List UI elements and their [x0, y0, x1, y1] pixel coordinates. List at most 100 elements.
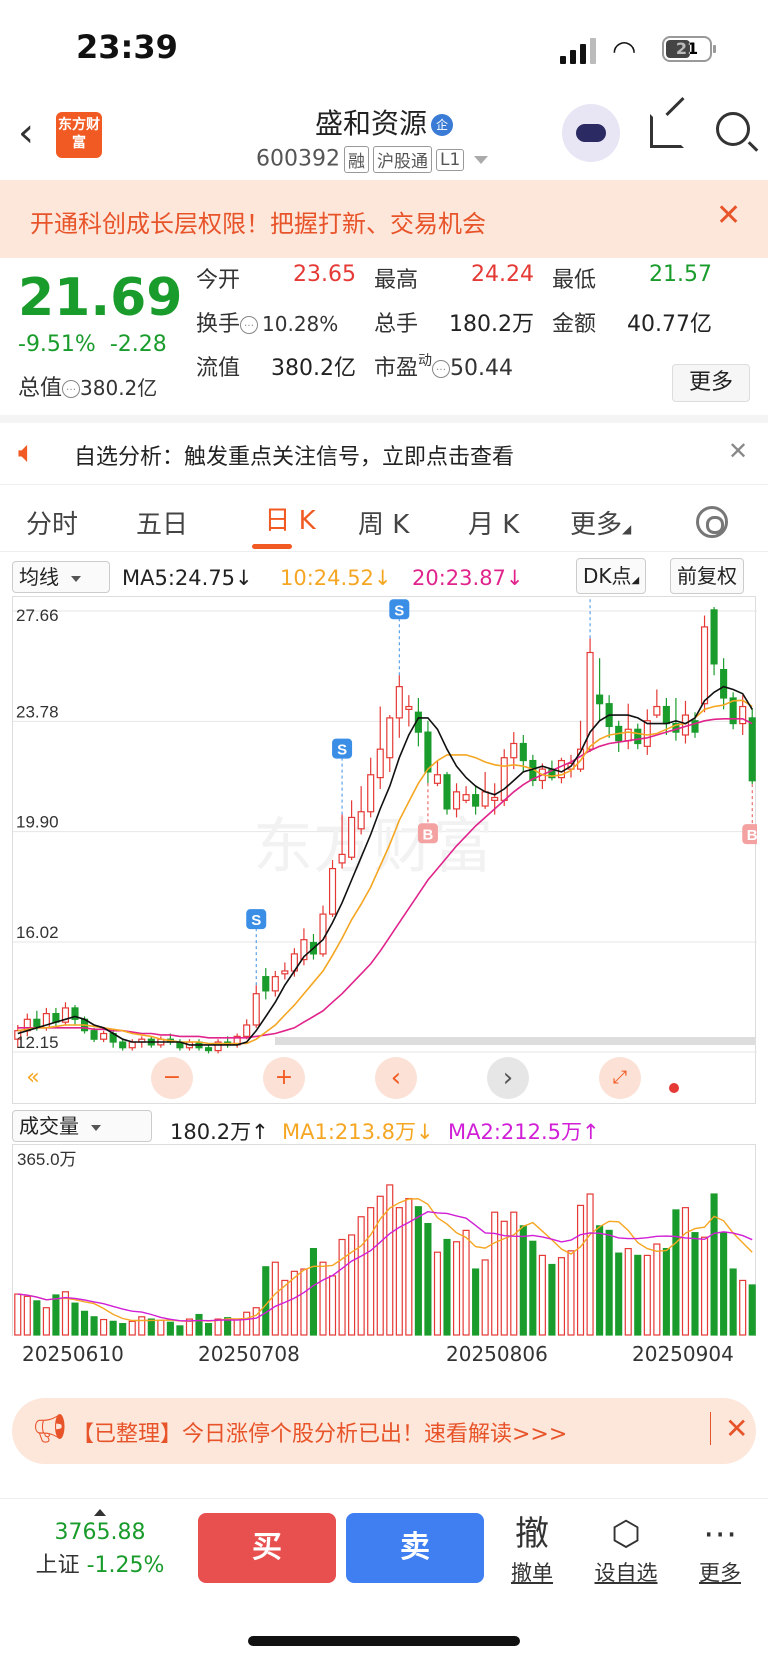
cancel-icon: 撤: [515, 1514, 549, 1554]
chevron-left-icon[interactable]: ‹: [375, 1057, 417, 1099]
banner-text: 开通科创成长层权限！把握打新、交易机会: [30, 210, 486, 238]
volume-bar-up: [700, 1236, 709, 1336]
tab-more[interactable]: 更多◢: [570, 504, 631, 541]
hexagon-icon: ⬡: [611, 1514, 641, 1554]
amount-value: 40.77亿: [627, 312, 712, 337]
candle-up: [643, 720, 651, 747]
kline-chart[interactable]: 东方财富 27.6623.7819.9016.0212.15 SSSBSB − …: [12, 596, 757, 1104]
add-watchlist-button[interactable]: ⬡ 设自选: [586, 1511, 666, 1587]
dk-point-button[interactable]: DK点◢: [576, 558, 647, 594]
candle-up: [243, 1024, 251, 1037]
volume-bar-down: [720, 1232, 728, 1336]
tab-more-label: 更多: [570, 510, 623, 540]
zoom-out-icon[interactable]: −: [151, 1057, 193, 1099]
promo-banner[interactable]: 开通科创成长层权限！把握打新、交易机会 ✕: [0, 180, 768, 258]
candle-down: [662, 705, 670, 725]
sell-signal-label: S: [394, 602, 404, 619]
stock-code-row[interactable]: 600392 融沪股通 L1: [256, 146, 489, 173]
candle-down: [424, 731, 432, 773]
volume-bar-down: [119, 1323, 127, 1336]
volume-bar-up: [319, 1261, 327, 1336]
buy-button[interactable]: 买: [198, 1513, 336, 1583]
more-dots-icon: ⋯: [703, 1514, 737, 1554]
rewind-icon[interactable]: «: [13, 1057, 53, 1099]
cancel-order-button[interactable]: 撤撤单: [492, 1511, 572, 1587]
volume-bar-up: [252, 1307, 260, 1336]
battery-icon: 21: [662, 36, 716, 62]
volume-bar-down: [519, 1225, 527, 1336]
volume-bar-up: [538, 1254, 546, 1336]
volume-bar-up: [739, 1279, 747, 1336]
volume-bar-up: [128, 1320, 136, 1336]
candle-up: [328, 868, 337, 915]
high-label: 最高: [374, 268, 419, 293]
speaker-icon: 🔈︎: [18, 435, 36, 470]
volume-bar-up: [586, 1193, 594, 1336]
tab-intraday[interactable]: 分时: [26, 504, 78, 541]
candle-down: [443, 774, 451, 810]
wifi-icon: ◠: [612, 34, 637, 67]
fullscreen-icon[interactable]: ⤢: [599, 1057, 641, 1099]
volume-bar-down: [605, 1229, 613, 1336]
candle-up: [357, 811, 365, 830]
volume-bar-up: [681, 1207, 690, 1336]
more-menu-button[interactable]: ⋯ 更多: [680, 1511, 760, 1587]
volume-bar-up: [233, 1318, 241, 1336]
candle-down: [90, 1030, 98, 1040]
tab-five-day[interactable]: 五日: [136, 504, 188, 541]
info-icon[interactable]: …: [432, 360, 451, 378]
adjust-button[interactable]: 前复权: [670, 558, 744, 594]
index-row: 上证 -1.25%: [20, 1547, 180, 1579]
chevron-right-icon[interactable]: ›: [487, 1057, 529, 1099]
ai-assistant-icon[interactable]: [562, 104, 620, 162]
ma10-value: 10:24.52↓: [280, 566, 392, 590]
close-icon[interactable]: ✕: [716, 198, 741, 233]
share-icon[interactable]: [650, 114, 684, 148]
volume-bar-up: [214, 1318, 222, 1336]
volume-bar-down: [443, 1238, 451, 1336]
volume-ma2-line: [17, 1210, 753, 1322]
limit-up-promo[interactable]: 📢︎ 【已整理】今日涨停个股分析已出！速看解读>>> ✕: [12, 1398, 756, 1464]
close-icon[interactable]: ✕: [710, 1412, 748, 1445]
analysis-alert[interactable]: 🔈︎ 自选分析：触发重点关注信号，立即点击查看 ✕: [0, 415, 768, 485]
change-percent: -9.51%: [18, 332, 96, 357]
live-dot: [669, 1083, 679, 1093]
info-icon[interactable]: …: [240, 316, 259, 334]
status-bar: 23:39 ◠ 21: [0, 0, 768, 100]
volume-bar-down: [195, 1313, 203, 1336]
volume-bar-up: [157, 1319, 165, 1336]
date-tick: 20250904: [632, 1342, 734, 1366]
info-icon[interactable]: …: [62, 380, 81, 398]
search-icon[interactable]: [716, 112, 750, 146]
volume-bar-down: [71, 1302, 79, 1336]
volume-bar-up: [42, 1307, 50, 1336]
volume-bar-down: [52, 1294, 60, 1336]
dropdown-icon: [91, 1124, 101, 1131]
sell-button[interactable]: 卖: [346, 1513, 484, 1583]
more-button[interactable]: 更多: [672, 364, 750, 402]
market-cap-row: 总值… 380.2亿: [18, 370, 157, 402]
close-icon[interactable]: ✕: [728, 437, 748, 465]
index-ticker[interactable]: 3765.88 上证 -1.25%: [20, 1509, 180, 1579]
pe-sup: 动: [418, 353, 433, 369]
candle-down: [720, 668, 728, 699]
tab-weekly-k[interactable]: 周 K: [358, 504, 409, 541]
candle-down: [634, 728, 642, 745]
volume-legend: 成交量 180.2万↑ MA1:213.8万↓ MA2:212.5万↑: [0, 1108, 768, 1148]
quote-panel: 21.69 -9.51% -2.28 总值… 380.2亿 今开 23.65 最高…: [0, 260, 768, 410]
change-amount: -2.28: [109, 332, 167, 357]
enterprise-badge: 企: [431, 114, 453, 136]
tab-monthly-k[interactable]: 月 K: [468, 504, 519, 541]
volume-bar-up: [653, 1243, 661, 1336]
scroll-track[interactable]: [275, 1037, 755, 1045]
volume-chart[interactable]: 365.0万: [12, 1144, 756, 1336]
volume-select[interactable]: 成交量: [12, 1110, 152, 1142]
tab-daily-k[interactable]: 日 K: [250, 500, 330, 549]
settings-icon[interactable]: [696, 506, 728, 538]
volume-bar-down: [710, 1193, 718, 1336]
date-tick: 20250610: [22, 1342, 124, 1366]
zoom-in-icon[interactable]: +: [263, 1057, 305, 1099]
candle-up: [452, 791, 461, 810]
indicator-select[interactable]: 均线: [12, 561, 110, 593]
amount-label: 金额: [552, 312, 597, 337]
